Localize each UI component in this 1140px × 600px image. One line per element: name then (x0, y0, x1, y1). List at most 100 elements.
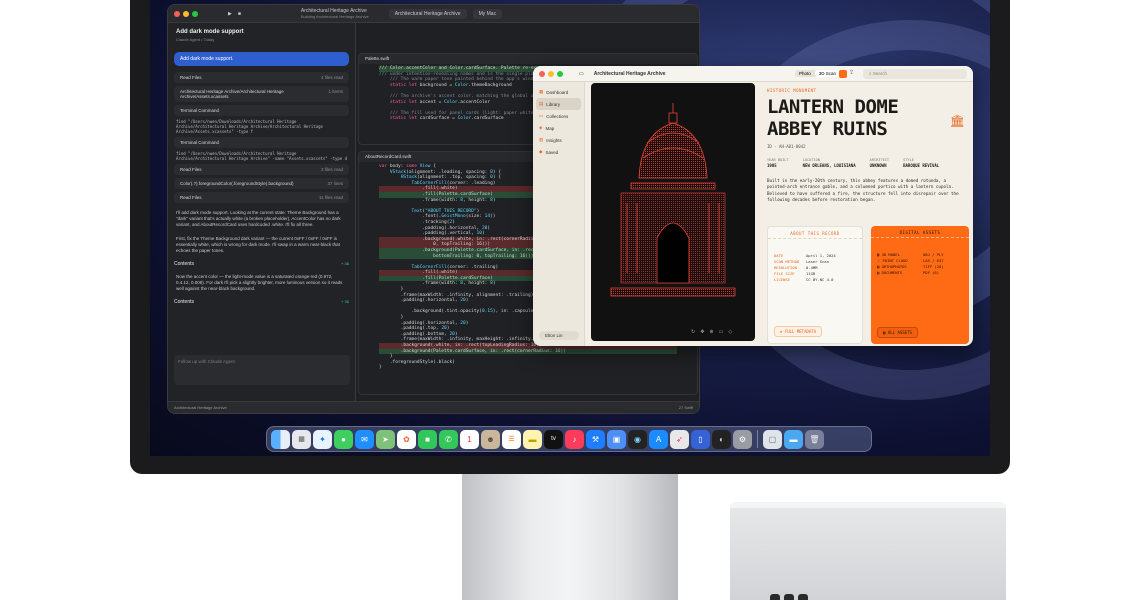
close-icon[interactable] (174, 10, 180, 17)
book-icon: ▤ (539, 101, 544, 106)
asset-row[interactable]: ▤ DOCUMENTS PDF (6) (871, 270, 969, 276)
grid-icon: ▦ (539, 89, 544, 94)
run-icon[interactable]: ▶ (228, 11, 232, 17)
mac-studio (730, 502, 1006, 600)
record-detail: HISTORIC MONUMENT 🏛 LANTERN DOME ABBEY RU… (763, 82, 973, 346)
rotate-icon[interactable]: ↻ (691, 329, 695, 335)
desktop: ▶ ■ Architectural Heritage Archive Build… (150, 0, 990, 456)
chat-input[interactable]: Follow up with Claude Agent (174, 355, 350, 385)
dock: ▦ ✦ ● ✉ ➤ ✿ ■ ✆ 1 ☻ ☰ ▬ tv ♪ ⚒ ▣ ◉ A ➶ ▯… (266, 426, 872, 452)
map-icon: ◈ (539, 125, 543, 130)
sidebar-item-collections[interactable]: ▭ Collections (533, 110, 584, 122)
xcode-icon[interactable]: ⚒ (586, 429, 605, 449)
all-assets-button[interactable]: ▦ ALL ASSETS (877, 327, 918, 338)
preview-icon[interactable]: ▣ (607, 429, 626, 449)
record-metadata: YEAR BUILT 1905 LOCATION NEW ORLEANS, LOUI… (767, 158, 940, 168)
phone-icon[interactable]: ✆ (439, 429, 458, 449)
archive-window: ▭ Architectural Heritage Archive Photo 3… (533, 66, 973, 346)
bookmark-icon: ◆ (539, 149, 543, 154)
close-icon[interactable] (539, 70, 545, 77)
tool-card[interactable]: Read Files 4 files read (174, 72, 349, 83)
settings-icon[interactable]: ⚙ (733, 429, 752, 449)
minimize-icon[interactable] (183, 10, 189, 17)
tool-card[interactable]: Terminal Command (174, 137, 349, 148)
share-icon[interactable]: ⇪ (849, 69, 854, 76)
trash-icon[interactable]: 🗑 (805, 429, 824, 449)
record-title: LANTERN DOME ABBEY RUINS (767, 96, 899, 140)
finder-icon[interactable] (271, 429, 290, 449)
simulator-icon[interactable]: ▯ (691, 429, 710, 449)
dock-separator (757, 430, 758, 448)
sidebar-item-library[interactable]: ▤ Library (536, 98, 581, 110)
xcode-toolbar: ▶ ■ Architectural Heritage Archive Build… (168, 5, 699, 23)
tab-scheme[interactable]: Architectural Heritage Archive (388, 8, 467, 19)
digital-assets-card: DIGITAL ASSETS ▣ 3D MODEL OBJ / PLY ⁘ POI… (871, 226, 969, 344)
chat-title: Add dark mode support (176, 29, 244, 35)
tv-icon[interactable]: tv (544, 429, 563, 449)
instruments-icon[interactable]: ➶ (670, 429, 689, 449)
segment-3d-scan[interactable]: 3D Scan (814, 70, 841, 77)
file-change-chip[interactable]: Contents + 36 (174, 261, 349, 267)
sidebar-toggle-icon[interactable]: ▭ (579, 71, 584, 77)
record-id: ID · AH-A01-0042 (767, 144, 806, 149)
fullscreen-icon[interactable]: ◇ (728, 329, 732, 335)
3d-scan-viewer[interactable]: ↻ ✥ ⊕ ▭ ◇ (591, 83, 755, 341)
calendar-icon[interactable]: 1 (460, 429, 479, 449)
record-description: Built in the early-20th century, this ab… (767, 178, 959, 203)
sidebar-item-dashboard[interactable]: ▦ Dashboard (533, 86, 584, 98)
pan-icon[interactable]: ✥ (700, 329, 704, 335)
record-category: HISTORIC MONUMENT (767, 88, 817, 93)
stop-icon[interactable]: ■ (238, 11, 241, 17)
tab-device[interactable]: My Mac (472, 8, 503, 19)
sidebar-item-map[interactable]: ◈ Map (533, 122, 584, 134)
appstore-icon[interactable]: A (649, 429, 668, 449)
maps-icon[interactable]: ➤ (376, 429, 395, 449)
zoom-icon[interactable]: ⊕ (709, 329, 713, 335)
safari-icon[interactable]: ✦ (313, 429, 332, 449)
sidebar-item-insights[interactable]: ▥ Insights (533, 134, 584, 146)
claude-agent-panel: Add dark mode support Claude Agent • Tod… (168, 23, 356, 403)
full-metadata-button[interactable]: ≡ FULL METADATA (774, 326, 823, 337)
file-change-chip[interactable]: Contents + 36 (174, 299, 349, 305)
viewer-controls: ↻ ✥ ⊕ ▭ ◇ (691, 329, 732, 335)
notes-icon[interactable]: ▬ (523, 429, 542, 449)
activity-icon[interactable]: ◐ (712, 429, 731, 449)
info-icon[interactable] (839, 70, 847, 78)
project-title: Architectural Heritage Archive Building … (300, 7, 369, 19)
contacts-icon[interactable]: ☻ (481, 429, 500, 449)
agent-message: Now the accent color — the light-mode va… (176, 274, 343, 291)
user-profile[interactable]: Elton Lin (539, 331, 579, 340)
chat-subtitle: Claude Agent • Today (176, 37, 215, 42)
zoom-icon[interactable] (557, 70, 563, 77)
segment-photo[interactable]: Photo (795, 70, 815, 77)
tool-card[interactable]: Read Files 3 files read (174, 164, 349, 175)
pointcloud-model (610, 103, 736, 297)
tool-card[interactable]: Terminal Command (174, 105, 349, 116)
facetime-icon[interactable]: ■ (418, 429, 437, 449)
tool-card[interactable]: Architectural Heritage Archive/Architect… (174, 86, 349, 102)
building-icon: 🏛 (949, 114, 965, 128)
launchpad-icon[interactable]: ▦ (292, 429, 311, 449)
minimize-icon[interactable] (548, 70, 554, 77)
command-text: find "/Users/nwen/Downloads/Architectura… (176, 151, 347, 161)
music-icon[interactable]: ♪ (565, 429, 584, 449)
xcode-status-bar: Architectural Heritage Archive 27 Swift (168, 401, 699, 413)
terminal-icon[interactable]: ◉ (628, 429, 647, 449)
metadata-row: LICENSE CC BY-NC 4.0 (774, 277, 834, 282)
window-icon[interactable]: ▢ (763, 429, 782, 449)
photos-icon[interactable]: ✿ (397, 429, 416, 449)
command-text: find "/Users/nwen/Downloads/Architectura… (176, 119, 323, 134)
mail-icon[interactable]: ✉ (355, 429, 374, 449)
search-field[interactable]: ⌕ Search (863, 69, 967, 79)
tool-card[interactable]: Color(.?).foregroundColor(.foregroundSty… (174, 178, 349, 189)
sidebar-item-saved[interactable]: ◆ Saved (533, 146, 584, 158)
folder-icon[interactable]: ▬ (784, 429, 803, 449)
card-title: ABOUT THIS RECORD (768, 227, 862, 239)
messages-icon[interactable]: ● (334, 429, 353, 449)
view-mode-segmented-control[interactable]: Photo 3D Scan (795, 70, 841, 77)
reminders-icon[interactable]: ☰ (502, 429, 521, 449)
measure-icon[interactable]: ▭ (719, 329, 724, 335)
zoom-icon[interactable] (192, 10, 198, 17)
tool-card[interactable]: Read Files 11 files read (174, 192, 349, 203)
agent-message: I'll add dark mode support. Looking at t… (176, 210, 341, 227)
